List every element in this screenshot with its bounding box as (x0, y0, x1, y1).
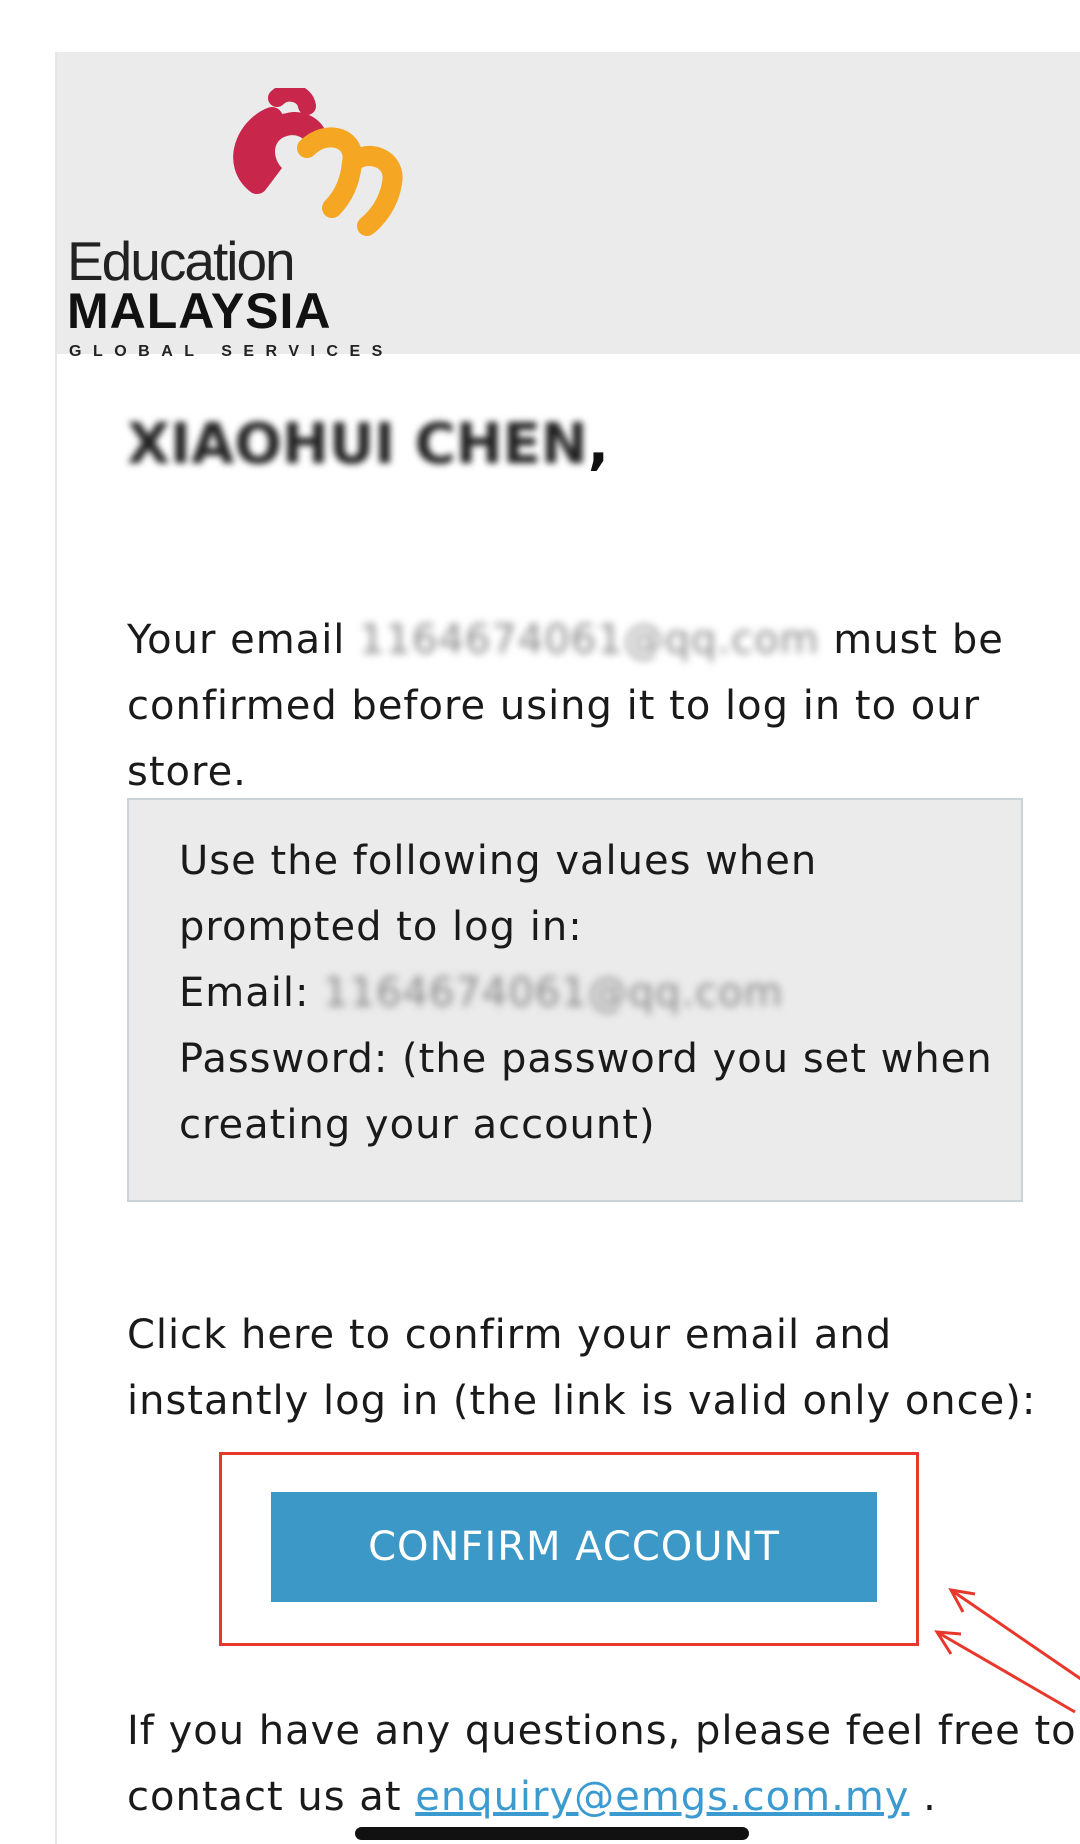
logo-text-education: Education (67, 230, 296, 292)
confirm-instruction-text: Click here to confirm your email and ins… (127, 1312, 1037, 1424)
company-logo: Education MALAYSIA GLOBAL SERVICES (67, 88, 407, 360)
greeting-comma: , (587, 412, 609, 477)
confirmation-intro-text: Your email 1164674061@qq.com must be con… (127, 607, 1080, 805)
greeting-heading: XIAOHUI CHEN, (127, 410, 609, 480)
email-screen: Education MALAYSIA GLOBAL SERVICES XIAOH… (0, 0, 1080, 1844)
email-body: Education MALAYSIA GLOBAL SERVICES XIAOH… (55, 52, 1080, 1844)
support-text-end: . (909, 1774, 937, 1820)
credentials-email-redacted: 1164674061@qq.com (323, 970, 784, 1016)
home-indicator-bar[interactable] (355, 1827, 749, 1840)
credentials-password-line: Password: (the password you set when cre… (179, 1036, 993, 1148)
intro-text-start: Your email (127, 617, 360, 663)
credentials-instruction: Use the following values when prompted t… (179, 838, 818, 950)
logo-text-malaysia: MALAYSIA (67, 283, 332, 339)
credentials-text: Use the following values when prompted t… (179, 828, 999, 1158)
login-credentials-box: Use the following values when prompted t… (127, 798, 1023, 1202)
support-contact-text: If you have any questions, please feel f… (127, 1698, 1080, 1830)
support-email-link[interactable]: enquiry@emgs.com.my (415, 1774, 909, 1820)
credentials-email-line: Email: 1164674061@qq.com (179, 960, 999, 1026)
email-header: Education MALAYSIA GLOBAL SERVICES (57, 52, 1080, 360)
credentials-email-label: Email: (179, 970, 324, 1016)
recipient-email-redacted: 1164674061@qq.com (359, 617, 820, 663)
logo-text-global-services: GLOBAL SERVICES (69, 343, 394, 360)
recipient-name-redacted: XIAOHUI CHEN (127, 412, 588, 477)
confirm-account-button[interactable]: CONFIRM ACCOUNT (271, 1492, 877, 1602)
